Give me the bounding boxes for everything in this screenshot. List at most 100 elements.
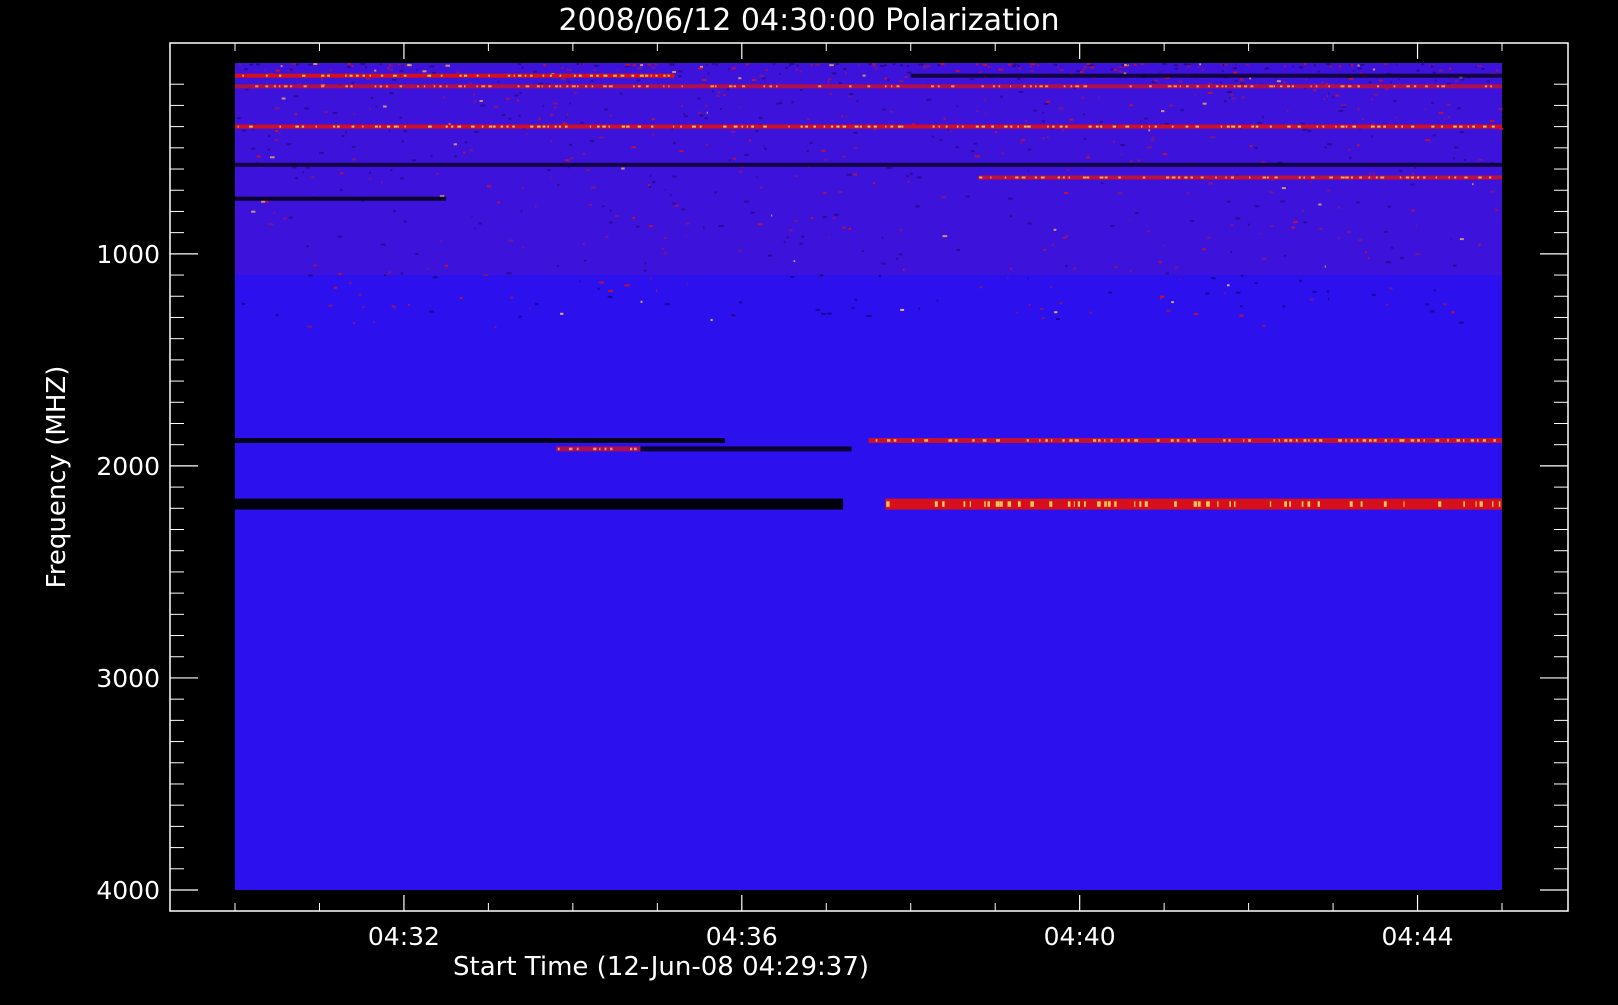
- hot-streak: [463, 74, 468, 77]
- hot-streak: [1287, 125, 1291, 128]
- hot-streak: [1493, 439, 1496, 442]
- hot-streak: [518, 74, 522, 77]
- hot-streak: [1190, 176, 1193, 179]
- hot-streak: [1067, 501, 1071, 507]
- hot-streak: [1301, 501, 1304, 507]
- hot-streak: [1023, 125, 1027, 128]
- hot-streak: [1074, 439, 1079, 442]
- hot-streak: [1045, 85, 1049, 88]
- hot-streak: [1251, 125, 1254, 128]
- dark-band: [235, 498, 844, 510]
- noise-speck: [1029, 303, 1031, 306]
- hot-streak: [982, 439, 987, 442]
- hot-streak: [1062, 439, 1065, 442]
- hot-streak: [1129, 85, 1132, 88]
- hot-streak: [1184, 176, 1188, 179]
- hot-streak: [867, 85, 871, 88]
- hot-streak: [884, 85, 887, 88]
- hot-streak: [891, 85, 893, 88]
- hot-streak: [591, 85, 594, 88]
- hot-streak: [746, 125, 748, 128]
- hot-streak: [1489, 176, 1492, 179]
- hot-streak: [559, 74, 562, 77]
- hot-streak: [265, 85, 269, 88]
- hot-streak: [1308, 439, 1310, 442]
- noise-speck: [1027, 277, 1029, 280]
- noise-speck: [1386, 303, 1389, 306]
- hot-streak: [1127, 439, 1130, 442]
- hot-streak: [963, 501, 966, 507]
- hot-streak: [633, 85, 635, 88]
- hot-streak: [1186, 85, 1189, 88]
- hot-streak: [1237, 85, 1242, 88]
- noise-speck: [1059, 302, 1063, 305]
- hot-streak: [1438, 501, 1442, 507]
- hot-streak: [1423, 439, 1425, 442]
- hot-streak: [1187, 439, 1190, 442]
- hot-streak: [992, 85, 995, 88]
- hot-streak: [549, 74, 552, 77]
- hot-streak: [559, 85, 562, 88]
- hot-streak: [493, 125, 496, 128]
- hot-streak: [375, 125, 378, 128]
- hot-streak: [542, 74, 545, 77]
- noise-speck: [241, 302, 246, 305]
- noise-speck: [1425, 303, 1429, 306]
- hot-streak: [1356, 439, 1359, 442]
- hot-streak: [1125, 125, 1130, 128]
- hot-streak: [1104, 439, 1106, 442]
- hot-streak: [1360, 501, 1363, 507]
- noise-speck: [854, 298, 857, 301]
- hot-streak: [279, 74, 282, 77]
- y-tick-label: 4000: [96, 876, 160, 905]
- hot-streak: [1453, 125, 1457, 128]
- bright-band: [868, 438, 1502, 443]
- hot-streak: [1431, 125, 1435, 128]
- hot-streak: [1118, 176, 1121, 179]
- noise-speck: [560, 312, 564, 315]
- hot-streak: [1179, 85, 1181, 88]
- hot-streak: [1075, 85, 1080, 88]
- hot-streak: [1104, 501, 1107, 507]
- hot-streak: [577, 85, 579, 88]
- noise-speck: [348, 281, 352, 284]
- hot-streak: [680, 125, 682, 128]
- hot-streak: [1347, 85, 1352, 88]
- hot-streak: [1114, 501, 1117, 507]
- hot-streak: [1329, 176, 1333, 179]
- hot-streak: [1491, 125, 1495, 128]
- hot-streak: [1470, 439, 1475, 442]
- hot-streak: [1464, 176, 1468, 179]
- hot-streak: [355, 74, 359, 77]
- noise-speck: [851, 306, 855, 309]
- hot-streak: [663, 85, 665, 88]
- hot-streak: [283, 85, 288, 88]
- hot-streak: [1284, 501, 1287, 507]
- hot-streak: [537, 125, 541, 128]
- hot-streak: [1233, 85, 1236, 88]
- hot-streak: [984, 501, 986, 507]
- hot-streak: [1441, 125, 1443, 128]
- hot-streak: [1383, 501, 1387, 507]
- hot-streak: [440, 74, 443, 77]
- hot-streak: [942, 501, 945, 507]
- hot-streak: [836, 125, 840, 128]
- hot-streak: [1207, 85, 1210, 88]
- hot-streak: [1410, 439, 1415, 442]
- hot-streak: [1463, 501, 1465, 507]
- hot-streak: [393, 74, 397, 77]
- hot-streak: [631, 74, 635, 77]
- x-tick-label: 04:40: [1044, 922, 1116, 951]
- hot-streak: [1441, 85, 1446, 88]
- x-tick-label: 04:36: [706, 922, 778, 951]
- hot-streak: [1171, 125, 1174, 128]
- hot-streak: [1399, 176, 1402, 179]
- hot-streak: [1322, 125, 1325, 128]
- hot-streak: [1047, 125, 1049, 128]
- hot-streak: [937, 85, 940, 88]
- noise-speck: [333, 286, 338, 289]
- hot-streak: [1170, 439, 1174, 442]
- hot-streak: [321, 74, 325, 77]
- hot-streak: [1098, 439, 1101, 442]
- hot-streak: [557, 447, 560, 451]
